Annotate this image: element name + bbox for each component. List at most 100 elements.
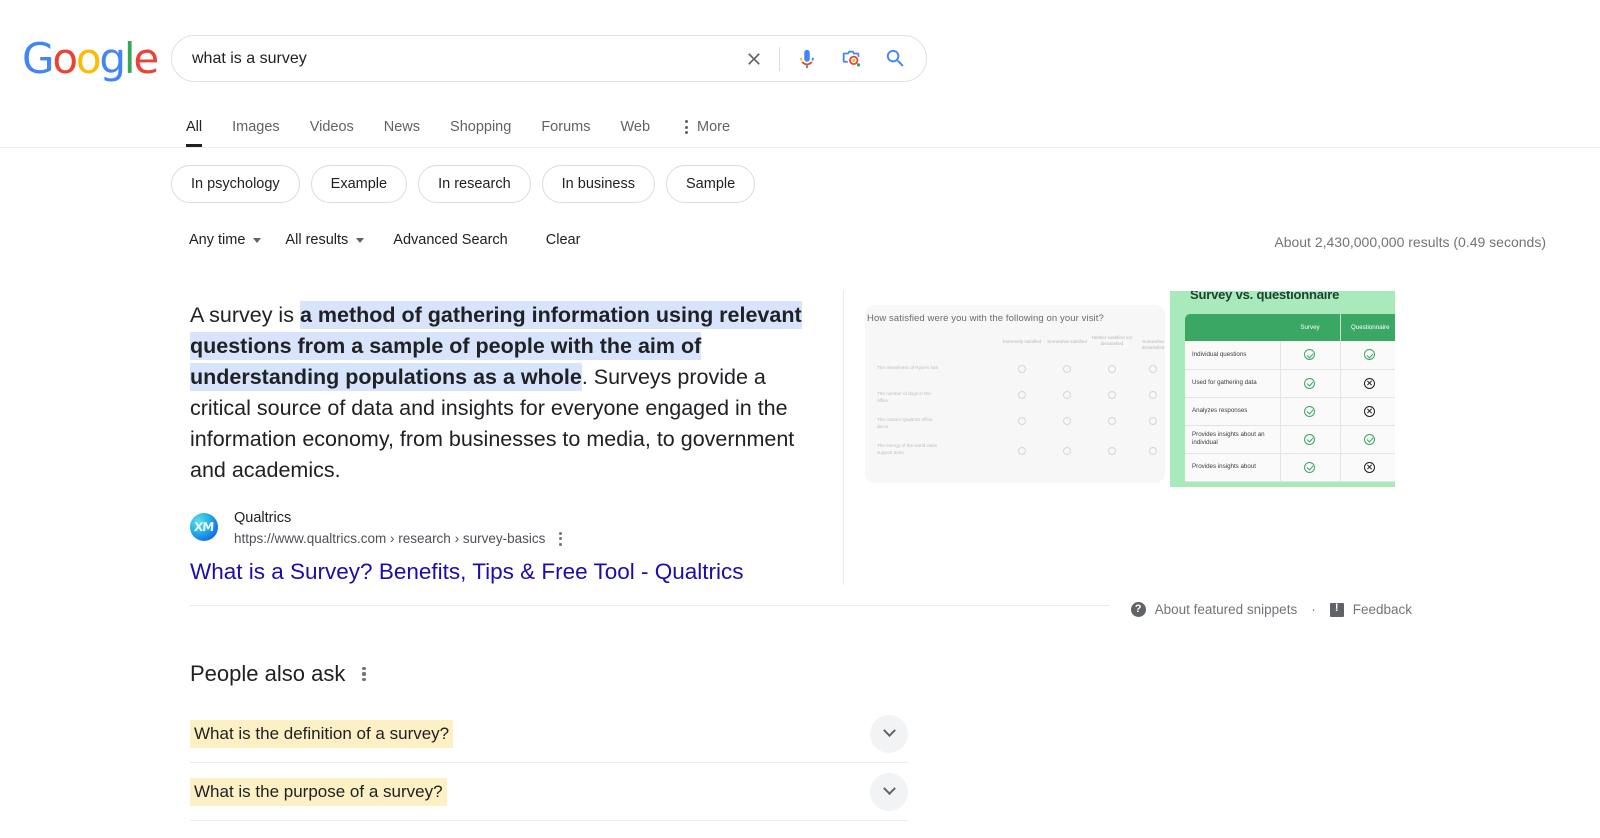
table-row: Used for gathering data xyxy=(1185,369,1395,398)
featured-snippet-thumbnail[interactable]: How satisfied were you with the followin… xyxy=(865,291,1395,487)
questionnaire-cell xyxy=(1340,425,1395,454)
check-icon xyxy=(1364,433,1376,445)
featured-snippet: A survey is a method of gathering inform… xyxy=(190,300,815,486)
tab-shopping[interactable]: Shopping xyxy=(435,120,526,147)
search-bar[interactable] xyxy=(171,35,927,82)
source-meta: Qualtrics https://www.qualtrics.com › re… xyxy=(234,508,563,548)
chevron-down-icon xyxy=(356,237,365,243)
chip-in-research[interactable]: In research xyxy=(418,165,531,203)
feedback-link[interactable]: Feedback xyxy=(1329,602,1412,617)
chip-example[interactable]: Example xyxy=(310,165,408,203)
page-header: Google what is a survey All Images Video… xyxy=(0,0,1600,148)
tab-forums[interactable]: Forums xyxy=(526,120,605,147)
search-divider xyxy=(779,46,780,71)
survey-radio xyxy=(1108,417,1116,425)
table-row: Provides insights about an individual xyxy=(1185,425,1395,454)
more-vert-icon[interactable] xyxy=(362,666,366,682)
scale-label-2: Neither satisfied nor dissatisfied xyxy=(1091,335,1133,346)
tab-images[interactable]: Images xyxy=(217,120,295,147)
tab-all[interactable]: All xyxy=(186,120,217,147)
logo-letter-5: e xyxy=(133,34,159,83)
tab-web[interactable]: Web xyxy=(605,120,665,147)
thumbnail-survey-form: How satisfied were you with the followin… xyxy=(865,291,1170,487)
cross-icon xyxy=(1364,461,1376,473)
cross-icon xyxy=(1364,405,1376,417)
tab-more[interactable]: More xyxy=(665,120,745,147)
more-vert-icon xyxy=(685,120,689,134)
tab-more-label: More xyxy=(697,119,731,135)
survey-row-label-3: The energy of the world class support te… xyxy=(877,443,938,455)
tab-videos-label: Videos xyxy=(309,119,354,135)
flag-icon xyxy=(1329,602,1344,617)
feedback-label: Feedback xyxy=(1352,602,1412,617)
chevron-down-icon xyxy=(882,724,896,738)
check-icon xyxy=(1304,405,1315,417)
survey-radio xyxy=(1018,417,1026,425)
chip-in-psychology[interactable]: In psychology xyxy=(171,165,300,203)
close-icon[interactable] xyxy=(739,44,769,74)
survey-radio xyxy=(1063,365,1071,373)
more-vert-icon[interactable] xyxy=(559,531,563,546)
filter-any-time[interactable]: Any time xyxy=(189,232,262,248)
table-header-row: Survey Questionnaire xyxy=(1185,314,1395,341)
google-lens-icon[interactable] xyxy=(836,44,866,74)
expand-button-0[interactable] xyxy=(870,714,908,753)
chip-in-business[interactable]: In business xyxy=(541,165,655,203)
comparison-title: Survey vs. questionnaire xyxy=(1190,291,1340,302)
tab-videos[interactable]: Videos xyxy=(295,120,369,147)
paa-item-0[interactable]: What is the definition of a survey? xyxy=(190,705,908,763)
survey-radio xyxy=(1108,447,1116,455)
filter-all-results[interactable]: All results xyxy=(285,232,365,248)
paa-item-1[interactable]: What is the purpose of a survey? xyxy=(190,763,908,821)
search-nav-tabs: All Images Videos News Shopping Forums W… xyxy=(186,103,745,147)
check-icon xyxy=(1364,349,1376,361)
tab-news[interactable]: News xyxy=(369,120,435,147)
survey-radio xyxy=(1108,391,1116,399)
search-input[interactable] xyxy=(172,36,739,81)
favicon-label: XM xyxy=(193,520,215,534)
survey-cell xyxy=(1280,369,1341,398)
survey-radio xyxy=(1018,447,1026,455)
col-questionnaire: Questionnaire xyxy=(1340,314,1395,341)
questionnaire-cell xyxy=(1340,453,1395,482)
survey-radio xyxy=(1149,365,1157,373)
featured-snippet-source[interactable]: XM Qualtrics https://www.qualtrics.com ›… xyxy=(190,508,563,548)
survey-radio xyxy=(1018,365,1026,373)
people-also-ask-list: What is the definition of a survey? What… xyxy=(190,705,908,821)
survey-cell xyxy=(1280,397,1341,426)
survey-radio xyxy=(1149,391,1157,399)
about-featured-snippets-link[interactable]: ? About featured snippets xyxy=(1130,602,1297,617)
logo-letter-1: o xyxy=(52,34,78,83)
survey-radio xyxy=(1018,391,1026,399)
tab-all-label: All xyxy=(186,119,203,135)
search-icon[interactable] xyxy=(880,44,910,74)
people-also-ask-label: People also ask xyxy=(190,661,346,686)
table-row: Individual questions xyxy=(1185,341,1395,370)
survey-cell xyxy=(1280,425,1341,454)
help-icon: ? xyxy=(1130,602,1146,617)
paa-question-1: What is the purpose of a survey? xyxy=(190,777,447,806)
result-title-link[interactable]: What is a Survey? Benefits, Tips & Free … xyxy=(190,558,744,586)
microphone-icon[interactable] xyxy=(792,44,822,74)
survey-question-text: How satisfied were you with the followin… xyxy=(867,313,1104,324)
chip-sample[interactable]: Sample xyxy=(666,165,756,203)
survey-cell xyxy=(1280,341,1341,370)
featured-snippet-footer: ? About featured snippets · Feedback xyxy=(1130,602,1412,617)
scale-label-1: Somewhat satisfied xyxy=(1047,339,1087,344)
site-url-row: https://www.qualtrics.com › research › s… xyxy=(234,529,563,548)
questionnaire-cell xyxy=(1340,369,1395,398)
survey-row-label-1: The number of dogs in the office xyxy=(877,391,931,403)
chevron-down-icon xyxy=(882,782,896,796)
logo-letter-2: o xyxy=(75,34,102,83)
snippet-vertical-divider xyxy=(843,290,844,585)
tab-forums-label: Forums xyxy=(541,119,591,135)
survey-radio xyxy=(1063,447,1071,455)
survey-radio xyxy=(1149,447,1157,455)
qualtrics-favicon: XM xyxy=(190,513,218,541)
filter-any-time-label: Any time xyxy=(189,232,246,248)
advanced-search-link[interactable]: Advanced Search xyxy=(393,232,507,248)
google-logo[interactable]: Google xyxy=(22,38,159,80)
expand-button-1[interactable] xyxy=(870,772,908,811)
questionnaire-cell xyxy=(1340,397,1395,426)
clear-filters-link[interactable]: Clear xyxy=(546,232,581,248)
